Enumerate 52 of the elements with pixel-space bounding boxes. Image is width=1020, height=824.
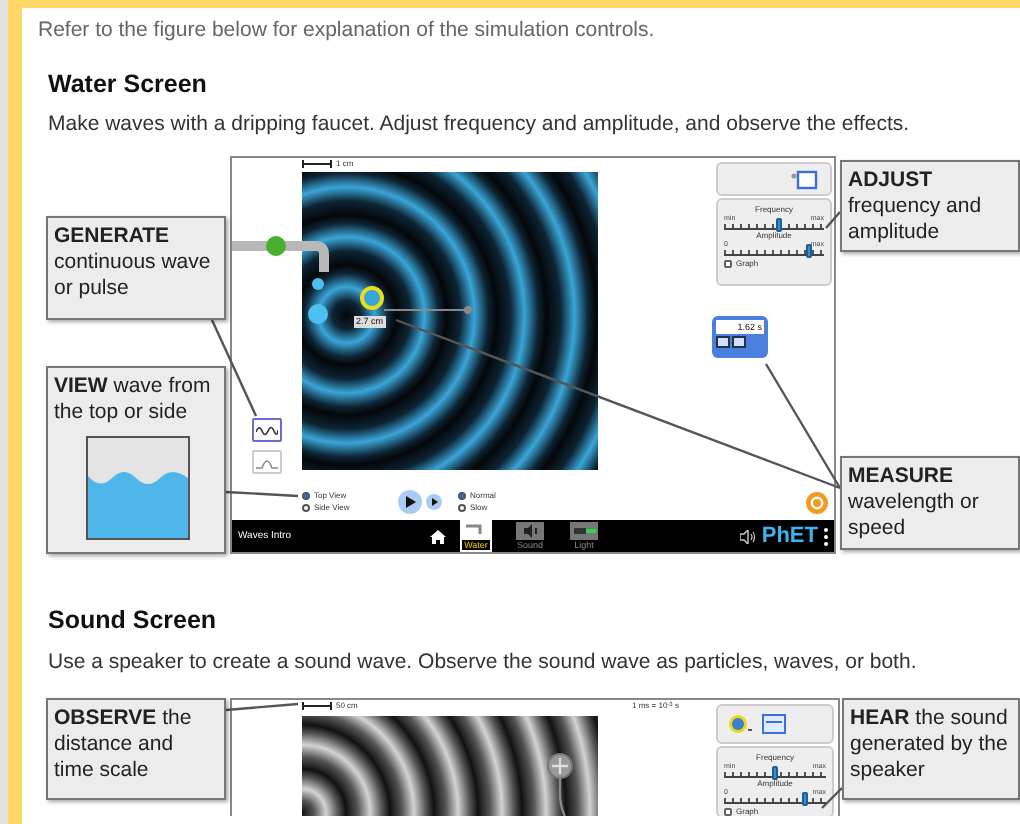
play-button[interactable] <box>398 490 422 514</box>
sound-tool-icon <box>728 714 752 734</box>
leader-line <box>210 319 258 417</box>
callout-text: MEASURE wavelength or speed <box>848 464 981 542</box>
logo: PhET <box>761 524 818 548</box>
slider-thumb[interactable] <box>776 218 782 232</box>
tool-icon <box>790 169 818 189</box>
reset-icon <box>716 336 730 348</box>
home-icon[interactable] <box>430 529 446 543</box>
callout-text: ADJUST frequency and amplitude <box>848 168 984 246</box>
radio-button[interactable] <box>302 491 310 499</box>
section-description: Make waves with a dripping faucet. Adjust frequency and amplitude, and observe the effects. <box>46 110 912 138</box>
slider-track[interactable] <box>724 248 824 256</box>
microphone-probe-drawing <box>546 752 574 816</box>
chart-tool-icon <box>762 714 786 734</box>
section-description: Use a speaker to create a sound wave. Observe the sound wave as particles, waves, or both. <box>46 648 919 676</box>
scale-bar-icon <box>302 160 332 168</box>
pause-icon <box>732 336 746 348</box>
callout-text: GENERATE continuous wave or pulse <box>54 224 213 302</box>
faucet-icon <box>462 522 490 540</box>
intro-text: Refer to the figure below for explanation of the simulation controls. <box>36 16 657 44</box>
faucet-drawing <box>232 232 332 292</box>
speaker-icon[interactable] <box>739 529 756 543</box>
step-button[interactable] <box>426 494 442 510</box>
slider-thumb[interactable] <box>806 244 812 258</box>
slider-track[interactable] <box>724 222 824 230</box>
laser-icon <box>570 522 598 540</box>
scale-bar-icon <box>302 702 332 710</box>
graph-checkbox[interactable] <box>724 259 732 267</box>
slider-thumb[interactable] <box>802 792 809 806</box>
measuring-tape-drawing <box>356 284 476 316</box>
slider-thumb[interactable] <box>772 766 778 780</box>
section-heading: Water Screen <box>46 68 209 102</box>
radio-button[interactable] <box>302 503 310 511</box>
section-heading: Sound Screen <box>46 604 219 638</box>
sine-wave-icon <box>256 423 278 437</box>
radio-button[interactable] <box>458 503 466 511</box>
slider-track[interactable] <box>724 796 826 804</box>
pulse-icon <box>256 455 278 469</box>
side-view-drawing <box>86 436 190 540</box>
leader-line <box>225 702 299 712</box>
leader-line <box>825 211 841 229</box>
callout-text: HEAR the sound generated by the speaker <box>850 706 1010 784</box>
speaker-icon <box>516 522 544 540</box>
callout-text: VIEW wave from the top or side <box>54 374 213 426</box>
leader-line <box>821 787 843 809</box>
callout-text: OBSERVE the distance and time scale <box>54 706 194 784</box>
graph-checkbox[interactable] <box>724 807 732 815</box>
radio-button[interactable] <box>458 491 466 499</box>
slider-track[interactable] <box>724 770 826 778</box>
wave-type-button[interactable] <box>252 418 282 442</box>
leader-line <box>225 490 299 498</box>
